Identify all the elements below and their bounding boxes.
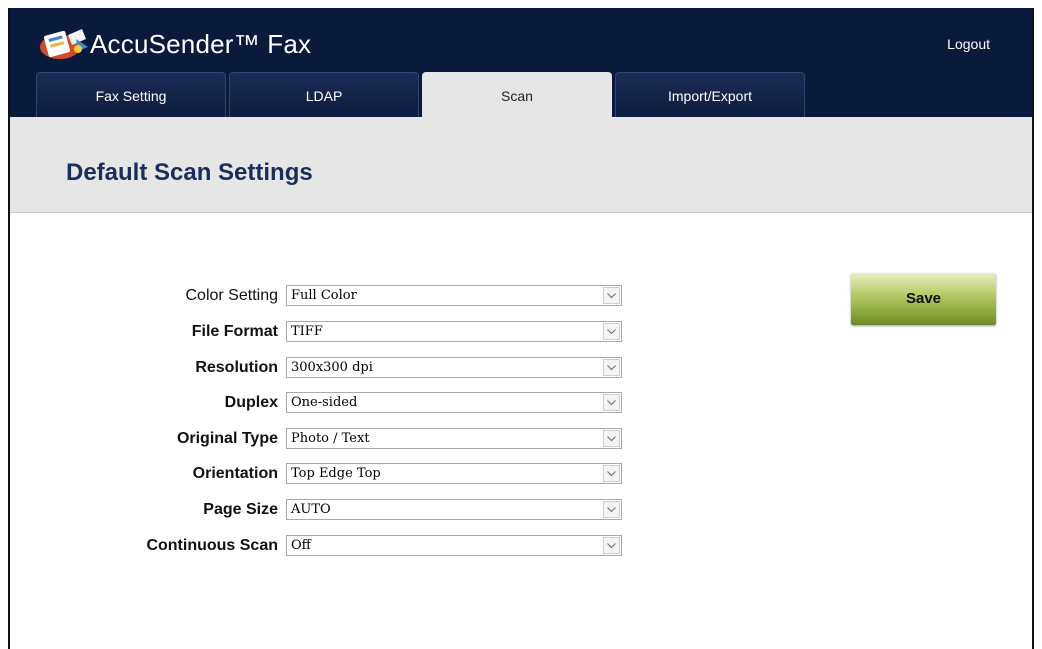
chevron-down-icon[interactable] (603, 430, 620, 447)
page-size-select[interactable]: AUTO (286, 499, 622, 520)
page-title: Default Scan Settings (66, 159, 313, 186)
continuous-scan-select[interactable]: Off (286, 535, 622, 556)
original-type-value: Photo / Text (291, 431, 370, 446)
page-size-label: Page Size (203, 501, 278, 518)
duplex-label: Duplex (224, 394, 278, 411)
logout-link[interactable]: Logout (947, 36, 990, 52)
continuous-scan-value: Off (291, 538, 311, 553)
color-setting-label: Color Setting (185, 287, 279, 304)
orientation-select[interactable]: Top Edge Top (286, 463, 622, 484)
file-format-select[interactable]: TIFF (286, 321, 622, 342)
chevron-down-icon[interactable] (603, 323, 620, 340)
fax-logo-icon (40, 29, 88, 59)
duplex-select[interactable]: One-sided (286, 392, 622, 413)
original-type-select[interactable]: Photo / Text (286, 428, 622, 449)
color-setting-value: Full Color (291, 288, 357, 303)
tab-fax-setting[interactable]: Fax Setting (36, 72, 226, 117)
resolution-select[interactable]: 300x300 dpi (286, 357, 622, 378)
color-setting-select[interactable]: Full Color (286, 285, 622, 306)
original-type-label: Original Type (176, 430, 278, 447)
page-title-band: Default Scan Settings (10, 117, 1032, 213)
resolution-value: 300x300 dpi (291, 360, 373, 375)
tab-scan[interactable]: Scan (422, 72, 612, 118)
continuous-scan-label: Continuous Scan (146, 537, 278, 554)
save-button[interactable]: Save (851, 273, 996, 325)
orientation-label: Orientation (192, 465, 278, 482)
tab-import-export[interactable]: Import/Export (615, 72, 805, 117)
orientation-value: Top Edge Top (291, 466, 381, 481)
file-format-value: TIFF (291, 324, 323, 339)
app-window: AccuSender™ Fax Logout Fax Setting LDAP … (8, 8, 1034, 649)
page-size-value: AUTO (291, 502, 331, 517)
duplex-value: One-sided (291, 395, 358, 410)
file-format-label: File Format (191, 323, 278, 340)
chevron-down-icon[interactable] (603, 394, 620, 411)
chevron-down-icon[interactable] (603, 465, 620, 482)
chevron-down-icon[interactable] (603, 287, 620, 304)
app-title: AccuSender™ Fax (90, 29, 312, 59)
tab-ldap[interactable]: LDAP (229, 72, 419, 117)
chevron-down-icon[interactable] (603, 359, 620, 376)
chevron-down-icon[interactable] (603, 537, 620, 554)
resolution-label: Resolution (195, 359, 278, 376)
app-header: AccuSender™ Fax Logout Fax Setting LDAP … (10, 8, 1032, 118)
chevron-down-icon[interactable] (603, 501, 620, 518)
